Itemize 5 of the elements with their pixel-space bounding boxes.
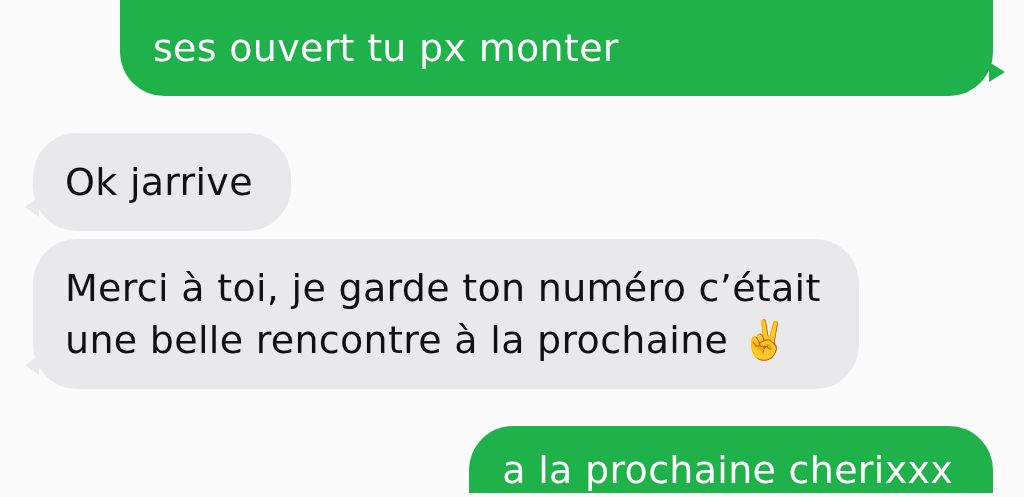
message-bubble: a la prochaine cherixxx	[469, 426, 993, 493]
message-bubble: ses ouvert tu px monter	[120, 0, 993, 96]
bubble-tail	[989, 62, 1005, 82]
message-bubble: Merci à toi, je garde ton numéro c’était une belle rencontre à la prochaine ✌	[33, 239, 859, 389]
message-bubble: Ok jarrive	[33, 133, 291, 231]
